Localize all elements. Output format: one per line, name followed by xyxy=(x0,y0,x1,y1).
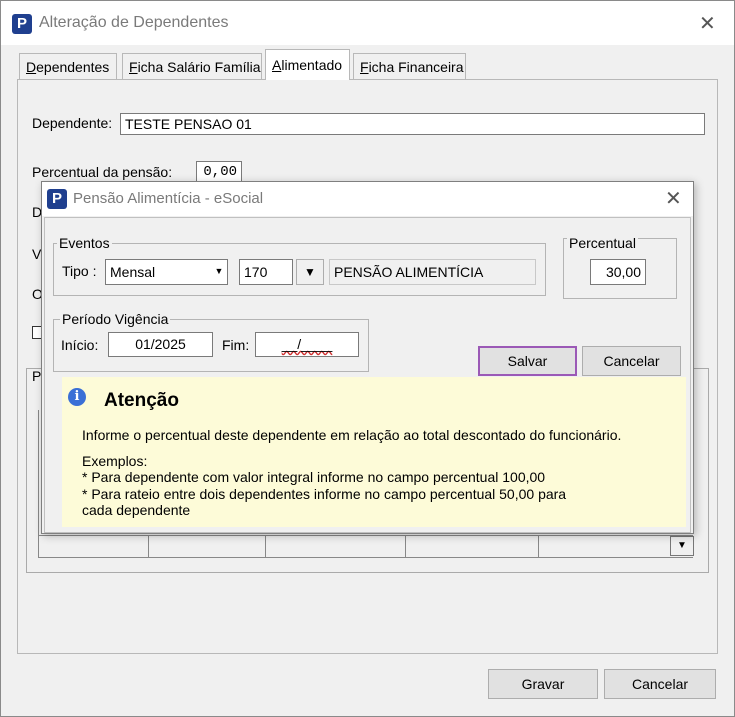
salvar-button[interactable]: Salvar xyxy=(478,346,577,376)
dialog-title: Pensão Alimentícia - eSocial xyxy=(73,190,264,207)
grid-scroll-down-icon[interactable]: ▼ xyxy=(670,536,694,556)
pensao-alimenticia-dialog: P Pensão Alimentícia - eSocial ✕ Eventos… xyxy=(41,181,694,534)
tipo-select-value: Mensal xyxy=(110,264,156,280)
eventos-legend: Eventos xyxy=(57,235,112,251)
percentual-pensao-label: Percentual da pensão: xyxy=(32,164,173,180)
dialog-close-icon[interactable]: ✕ xyxy=(665,186,682,211)
cancelar-button[interactable]: Cancelar xyxy=(604,669,716,699)
tab-label: limentado xyxy=(281,57,343,73)
grid-col-line xyxy=(538,535,539,557)
percentual-pensao-field[interactable]: 0,00 xyxy=(196,161,242,183)
example-line: * Para dependente com valor integral inf… xyxy=(82,469,546,485)
tab-label: ependentes xyxy=(36,59,110,75)
dependente-label: Dependente: xyxy=(32,115,113,131)
tab-label: icha Salário Família xyxy=(137,59,261,75)
tab-dependentes[interactable]: Dependentes xyxy=(19,53,117,79)
grid-col-line xyxy=(265,535,266,557)
grid-col-line xyxy=(405,535,406,557)
codigo-field[interactable]: 170 xyxy=(239,259,293,285)
tab-alimentado[interactable]: Alimentado xyxy=(265,49,350,80)
inicio-field[interactable]: 01/2025 xyxy=(108,332,213,357)
close-icon[interactable]: ✕ xyxy=(699,11,716,36)
tipo-select[interactable]: Mensal ▼ xyxy=(105,259,228,285)
partial-label-p: P xyxy=(32,368,42,384)
tab-accel: D xyxy=(26,59,37,75)
gravar-button[interactable]: Gravar xyxy=(488,669,598,699)
percentual-legend: Percentual xyxy=(567,235,638,251)
percentual-field[interactable]: 30,00 xyxy=(590,259,646,285)
fim-field[interactable]: __/____ xyxy=(255,332,359,357)
app-logo-icon: P xyxy=(12,14,32,34)
tab-accel: F xyxy=(360,59,369,75)
example-line: cada dependente xyxy=(82,502,191,518)
grid-row-line xyxy=(38,557,693,558)
tipo-label: Tipo : xyxy=(62,263,97,279)
dialog-logo-icon: P xyxy=(47,189,67,209)
title-bar: P Alteração de Dependentes ✕ xyxy=(1,1,734,45)
attention-panel: i Atenção Informe o percentual deste dep… xyxy=(62,377,686,527)
inicio-label: Início: xyxy=(61,337,99,353)
partial-label-v: V xyxy=(32,246,42,262)
attention-title: Atenção xyxy=(104,390,179,411)
dependente-field[interactable]: TESTE PENSAO 01 xyxy=(120,113,705,135)
tab-ficha-financeira[interactable]: Ficha Financeira xyxy=(353,53,466,79)
codigo-lookup-button[interactable]: ▼ xyxy=(296,259,324,285)
chevron-down-icon: ▼ xyxy=(304,265,316,279)
example-line: * Para rateio entre dois dependentes inf… xyxy=(82,486,567,502)
grid-row-line xyxy=(38,535,693,536)
window-title: Alteração de Dependentes xyxy=(39,14,229,31)
grid-col-line xyxy=(148,535,149,557)
grid-col-line xyxy=(38,410,39,557)
tab-label: icha Financeira xyxy=(368,59,464,75)
tab-accel: A xyxy=(272,57,282,73)
descricao-field: PENSÃO ALIMENTÍCIA xyxy=(329,259,536,285)
info-icon: i xyxy=(68,388,86,406)
examples-label: Exemplos: xyxy=(82,453,148,469)
fim-label: Fim: xyxy=(222,337,250,353)
dialog-cancelar-button[interactable]: Cancelar xyxy=(582,346,681,376)
chevron-down-icon: ▼ xyxy=(214,266,224,276)
dialog-title-bar: P Pensão Alimentícia - eSocial ✕ xyxy=(42,182,693,216)
tab-ficha-salario-familia[interactable]: Ficha Salário Família xyxy=(122,53,262,79)
attention-line: Informe o percentual deste dependente em… xyxy=(82,427,622,443)
periodo-vigencia-legend: Período Vigência xyxy=(60,311,171,327)
tab-accel: F xyxy=(129,59,138,75)
